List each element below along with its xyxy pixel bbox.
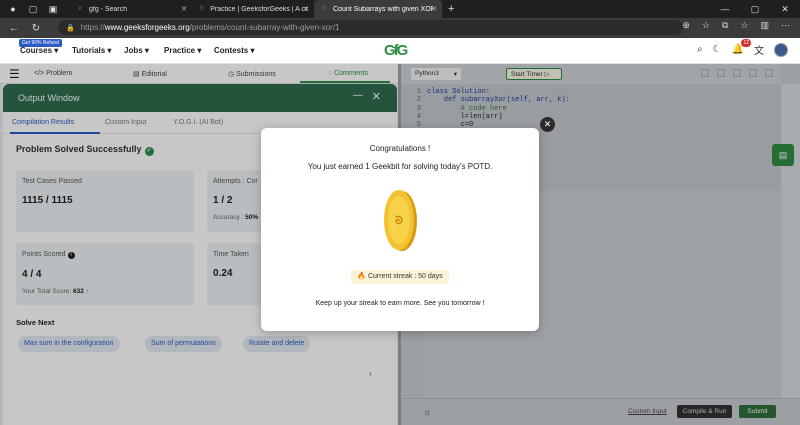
browser-toolbar: ← ↻ 🔒 https://www.geeksforgeeks.org/prob…	[0, 18, 800, 38]
close-tab-icon[interactable]: ✕	[181, 5, 187, 13]
site-header: Get 90% Refund Courses ▾ Tutorials ▾ Job…	[0, 38, 800, 64]
collections-icon[interactable]: ▥	[760, 20, 769, 31]
translate-icon[interactable]: 文	[754, 42, 764, 57]
browser-tab[interactable]: ⌕ gfg - Search ✕	[70, 0, 192, 18]
geekbit-coin-icon: ᘐ	[381, 188, 421, 253]
gfg-favicon-icon: ᘐ	[199, 5, 204, 12]
minimize-icon[interactable]: —	[710, 0, 740, 18]
workspaces-icon[interactable]: ▢	[26, 2, 40, 16]
close-window-icon[interactable]: ✕	[770, 0, 800, 18]
favorites-icon[interactable]: ☆	[740, 20, 748, 31]
menu-contests[interactable]: Contests ▾	[214, 46, 254, 55]
avatar[interactable]	[774, 42, 788, 57]
zoom-icon[interactable]: ⊕	[682, 20, 690, 31]
search-icon: ⌕	[78, 5, 82, 12]
streak-badge: 🔥 Current streak : 50 days	[351, 270, 449, 284]
notification-count: 12	[741, 39, 751, 47]
extensions-icon[interactable]: ⧉	[722, 20, 728, 31]
modal-close-icon[interactable]: ✕	[540, 117, 555, 132]
site-info-icon[interactable]: 🔒	[66, 24, 75, 32]
new-tab-button[interactable]: +	[448, 3, 454, 15]
header-icons: ⌕ ☾ 🔔 12 文	[697, 39, 788, 57]
menu-practice[interactable]: Practice ▾	[164, 46, 201, 55]
window-controls: — ▢ ✕	[710, 0, 800, 18]
more-icon[interactable]: ⋯	[781, 20, 790, 31]
back-icon[interactable]: ←	[6, 20, 22, 36]
menu-jobs[interactable]: Jobs ▾	[124, 46, 149, 55]
theme-toggle-icon[interactable]: ☾	[713, 44, 722, 55]
menu-tutorials[interactable]: Tutorials ▾	[72, 46, 111, 55]
modal-message: You just earned 1 Geekbit for solving to…	[307, 162, 493, 171]
browser-actions: ⊕ ☆ ⧉ ☆ ▥ ⋯	[682, 20, 790, 31]
profile-icon[interactable]: ●	[6, 2, 20, 16]
close-tab-icon[interactable]: ✕	[431, 5, 437, 13]
url-text: https://www.geeksforgeeks.org/problems/c…	[80, 23, 340, 32]
star-icon[interactable]: ☆	[702, 20, 710, 31]
menu-courses[interactable]: Courses ▾	[20, 46, 58, 55]
close-tab-icon[interactable]: ✕	[303, 5, 309, 13]
browser-tab[interactable]: ᘐ Practice | GeeksforGeeks | A comp ✕	[192, 0, 314, 18]
congrats-modal: Congratulations ! You just earned 1 Geek…	[261, 128, 539, 331]
reload-icon[interactable]: ↻	[28, 20, 44, 36]
address-bar[interactable]: 🔒 https://www.geeksforgeeks.org/problems…	[58, 20, 683, 35]
tab-actions-icon[interactable]: ▣	[46, 2, 60, 16]
browser-tabbar: ● ▢ ▣ ⌕ gfg - Search ✕ ᘐ Practice | Geek…	[0, 0, 800, 18]
maximize-icon[interactable]: ▢	[740, 0, 770, 18]
gfg-favicon-icon: ᘐ	[321, 5, 327, 12]
modal-title: Congratulations !	[369, 144, 431, 153]
svg-text:ᘐ: ᘐ	[395, 215, 403, 227]
search-icon[interactable]: ⌕	[697, 44, 703, 55]
gfg-logo[interactable]: GfG	[384, 42, 408, 59]
modal-footer-text: Keep up your streak to earn more. See yo…	[315, 300, 485, 307]
notification-icon[interactable]: 🔔 12	[732, 39, 751, 55]
fire-icon: 🔥	[357, 273, 367, 280]
browser-tab-active[interactable]: ᘐ Count Subarrays with given XOR ✕	[314, 0, 442, 18]
